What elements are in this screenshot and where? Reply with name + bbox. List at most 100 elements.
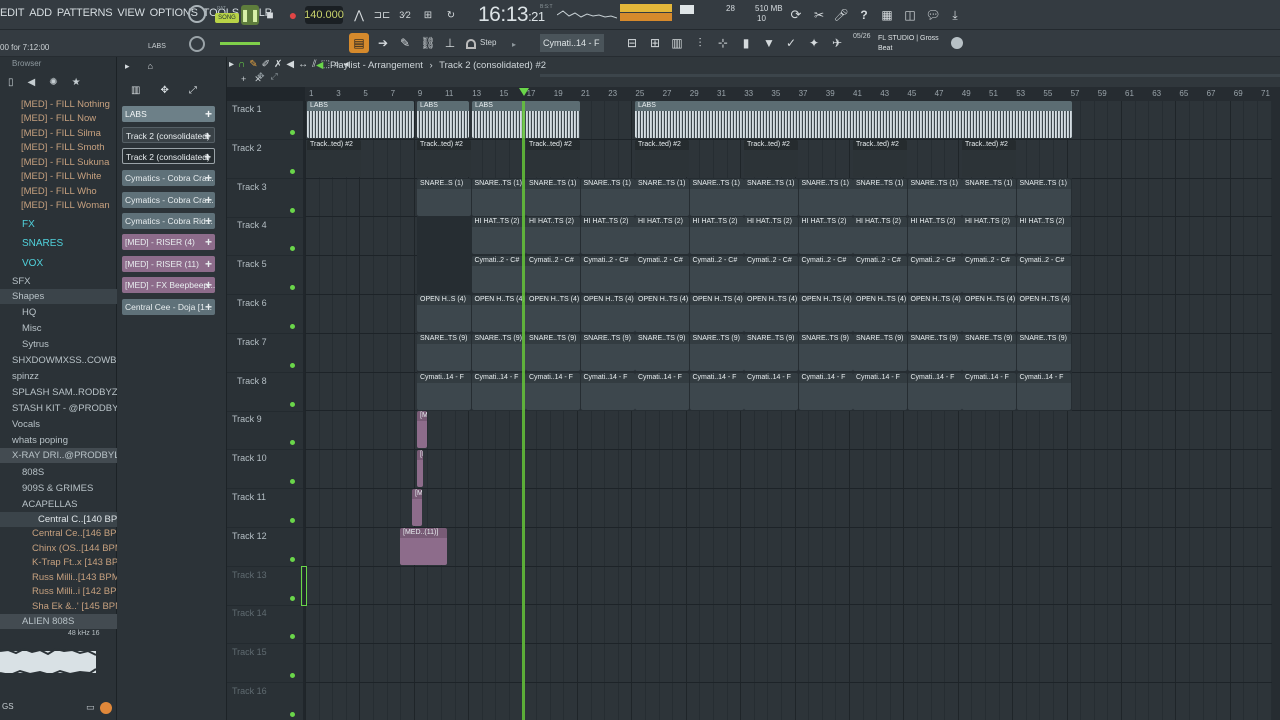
stamp-icon[interactable]: ⊥ [441,33,459,53]
browser-folder-acapellas[interactable]: ACAPELLAS [0,497,117,512]
track-mute-led[interactable] [290,401,295,407]
track-mute-led[interactable] [290,479,295,485]
master-pitch-slider[interactable] [220,42,260,45]
playlist-clip[interactable]: SNARE..TS (9) [744,333,798,371]
countdown-icon[interactable]: 3⁄2 [396,5,414,25]
resize-icon[interactable]: ⤢ [189,85,197,96]
track-mute-led[interactable] [290,362,295,368]
playlist-clip[interactable]: SNARE..TS (1) [635,178,689,216]
browser-folder-xray[interactable]: X-RAY DRI..@PRODBYLJS [0,448,117,463]
playlist-clip[interactable]: SNARE..TS (1) [471,178,526,216]
picker-clip[interactable]: [MED] - RISER (4) + [122,234,215,250]
playlist-clip[interactable]: SNARE..TS (1) [526,178,580,216]
plugin-icon[interactable]: ◫ [901,5,919,25]
browser-file[interactable]: Sha Ek &..' [145 BPM] [0,599,117,614]
playlist-clip[interactable]: [MED..(11)] [417,411,427,449]
link-icon[interactable]: ⛓ [419,33,437,53]
browser-folder[interactable]: whats poping [0,433,117,448]
playlist-clip[interactable]: Track..ted) #2 [744,139,798,177]
playlist-clip[interactable]: OPEN H..TS (4) [471,295,526,332]
song-mode-toggle[interactable]: SONG [215,13,239,23]
playlist-clip[interactable]: SNARE..S (1) [417,178,471,216]
browser-folder-vox[interactable]: VOX [0,256,117,271]
browser-folder-fx[interactable]: FX [0,217,117,232]
playlist-clip[interactable]: SNARE..TS (9) [471,333,526,371]
delete-tool-icon[interactable]: ✗ [274,59,282,70]
browser-folder[interactable]: 909S & GRIMES [0,481,117,496]
touch-keyboard-icon[interactable]: ▼ [760,33,778,53]
star-icon[interactable]: ★ [72,77,81,88]
playlist-clip[interactable]: OPEN H..TS (4) [580,295,635,332]
playlist-clip[interactable]: Cymati..2 - C# [962,256,1016,294]
picker-clip[interactable]: [MED] - FX Beepbeep... + [122,277,215,293]
playlist-clip[interactable]: SNARE..TS (9) [798,333,853,371]
browser-file[interactable]: Central Ce..[146 BPM] [0,526,117,541]
playlist-clip[interactable]: Track..ted) #2 [635,139,689,177]
browser-folder[interactable]: Sytrus [0,337,117,352]
track-header[interactable]: Track 4 [227,217,303,257]
track-header[interactable]: Track 6 [227,295,303,334]
pencil-icon[interactable]: ✎ [396,33,414,53]
draw-tool-icon[interactable]: ✎ [249,59,257,70]
playlist-view-icon[interactable]: ▤ [349,33,369,53]
playlist-icon[interactable]: ⫶ [691,33,709,53]
browser-folder[interactable]: SFX [0,274,117,289]
master-volume-knob[interactable] [188,5,206,23]
pause-button[interactable]: ❚❚ [240,5,260,25]
chat-icon[interactable]: 💬︎ [924,5,942,25]
metronome-small-icon[interactable]: ⌂ [148,61,153,72]
folder-icon[interactable]: ▭ [86,702,95,713]
channel-rack-icon[interactable]: ⊞ [646,33,664,53]
snap-selector[interactable]: Step [480,38,496,47]
browser-folder[interactable]: Misc [0,321,117,336]
browser-folder[interactable]: 808S [0,465,117,480]
next-arrow-icon[interactable]: ➔ [374,33,392,53]
playlist-clip[interactable]: Cymati..14 - F [744,372,798,410]
playlist-clip[interactable]: SNARE..TS (9) [689,333,744,371]
browser-folder[interactable]: STASH KIT - @PRODBYLJS [0,401,117,416]
track-header[interactable]: Track 13 [227,567,303,606]
picker-clip[interactable]: [MED] - RISER (11) + [122,256,215,272]
track-header[interactable]: Track 2 [227,140,303,179]
playlist-clip[interactable]: HI HAT..TS (2) [471,217,526,255]
browser-item[interactable]: [MED] - FILL Now [0,111,117,126]
playhead-marker-icon[interactable] [519,88,529,96]
plugin-picker-icon[interactable]: ▮ [737,33,755,53]
playlist-horizontal-scrollbar[interactable] [540,74,1280,77]
playlist-clip[interactable]: Cymati..14 - F [962,372,1016,410]
playlist-clip[interactable]: SNARE..TS (1) [798,178,853,216]
playlist-clip[interactable]: SNARE..TS (1) [744,178,798,216]
main-pitch-knob[interactable] [189,36,205,52]
download-icon[interactable]: ⤓ [946,5,964,25]
playlist-clip[interactable]: SNARE..TS (9) [1016,333,1071,371]
playlist-clip[interactable]: Cymati..2 - C# [689,256,744,294]
playlist-clip[interactable]: Cymati..14 - F [798,372,853,410]
loop-record-icon[interactable]: ↻ [442,5,460,25]
playlist-clip[interactable]: Cymati..14 - F [907,372,962,410]
playlist-clip[interactable]: OPEN H..TS (4) [798,295,853,332]
playlist-grid[interactable]: LABS LABS LABS LABS Track..ted) #2 Track..ted… [305,101,1280,720]
playlist-clip[interactable]: Cymati..14 - F [526,372,580,410]
search-icon[interactable] [100,702,112,714]
playlist-clip[interactable]: HI HAT..TS (2) [580,217,635,255]
speaker-icon[interactable]: ◀ [28,77,36,88]
playlist-clip[interactable]: HI HAT..TS (2) [744,217,798,255]
add-track-icon[interactable]: + [241,74,246,85]
playlist-clip[interactable]: LABS [417,101,469,138]
pattern-selector[interactable]: Cymati..14 - F [540,34,604,52]
picker-clip[interactable]: Cymatics - Cobra Cra... + [122,170,215,186]
playlist-clip[interactable]: OPEN H..S (4) [417,295,471,332]
picker-clip[interactable]: LABS + [122,106,215,122]
playlist-clip[interactable]: SNARE..TS (9) [635,333,689,371]
browser-file[interactable]: Chinx (OS..[144 BPM] [0,541,117,556]
track-mute-led[interactable] [290,440,295,446]
playlist-clip[interactable]: SNARE..TS (1) [1016,178,1071,216]
track-header[interactable]: Track 8 [227,373,303,412]
browser-item[interactable]: [MED] - FILL White [0,169,117,184]
playlist-clip[interactable]: Cymati..14 - F [635,372,689,410]
piano-roll-icon[interactable]: ▥ [668,33,686,53]
playlist-clip[interactable]: Track..ted) #2 [307,139,361,177]
track-header[interactable]: Track 9 [227,411,303,451]
browser-folder[interactable]: Vocals [0,417,117,432]
playlist-clip[interactable]: SNARE..TS (1) [907,178,962,216]
